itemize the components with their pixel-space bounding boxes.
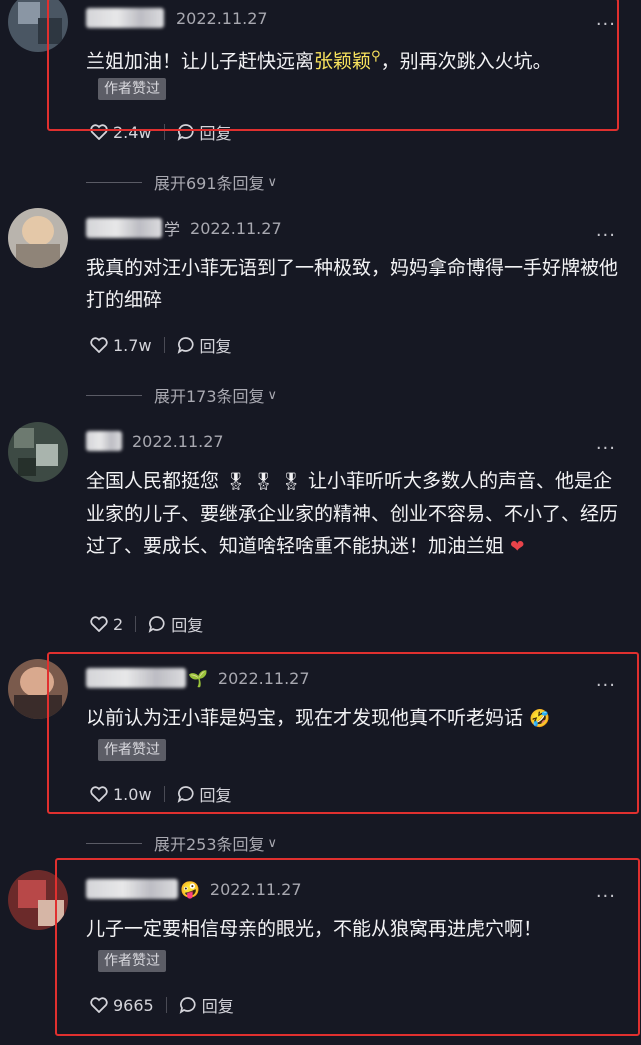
highlight-box	[55, 858, 640, 1036]
heart-icon	[90, 616, 108, 632]
reply-button[interactable]: 回复	[148, 612, 203, 636]
chevron-down-icon: ∨	[267, 387, 278, 403]
expand-replies[interactable]: 展开173条回复 ∨	[86, 383, 277, 407]
divider	[135, 616, 137, 632]
expand-replies[interactable]: 展开253条回复 ∨	[86, 831, 277, 855]
more-icon[interactable]: ···	[596, 225, 616, 246]
comment-bubble-icon	[148, 616, 165, 633]
comment-actions: 2 回复	[90, 612, 203, 636]
medal-emoji: 🎖	[252, 472, 275, 492]
heart-emoji: ❤	[510, 537, 525, 557]
comment-text: 我真的对汪小菲无语到了一种极致，妈妈拿命博得一手好牌被他打的细碎	[86, 257, 619, 311]
comment-item: 学 2022.11.27 ··· 我真的对汪小菲无语到了一种极致，妈妈拿命博得一…	[0, 205, 641, 407]
comment-bubble-icon	[177, 337, 194, 354]
like-button[interactable]: 1.7w	[90, 336, 152, 355]
username[interactable]	[86, 218, 162, 238]
user-line: 学 2022.11.27	[86, 216, 282, 240]
like-count: 2	[113, 614, 124, 634]
expand-replies[interactable]: 展开691条回复 ∨	[86, 170, 277, 194]
comment-date: 2022.11.27	[190, 218, 282, 238]
heart-icon	[90, 337, 108, 353]
like-count: 1.7w	[113, 335, 152, 355]
chevron-down-icon: ∨	[267, 835, 278, 851]
avatar[interactable]	[8, 208, 68, 268]
divider	[86, 394, 142, 396]
highlight-box	[47, 652, 639, 814]
comment-item: 2022.11.27 ··· 全国人民都挺您 🎖 🎖 🎖 让小菲听听大多数人的声…	[0, 418, 641, 648]
divider	[86, 181, 142, 183]
comment-date: 2022.11.27	[132, 431, 224, 451]
divider	[86, 842, 142, 844]
highlight-box	[47, 0, 619, 131]
like-button[interactable]: 2	[90, 615, 123, 634]
divider	[163, 337, 165, 353]
username[interactable]	[86, 431, 122, 451]
medal-emoji: 🎖	[280, 472, 302, 492]
medal-emoji: 🎖	[225, 472, 247, 492]
avatar[interactable]	[8, 422, 68, 482]
comment-actions: 1.7w 回复	[90, 333, 232, 357]
more-icon[interactable]: ···	[596, 438, 616, 459]
user-line: 2022.11.27	[86, 429, 224, 453]
chevron-down-icon: ∨	[267, 174, 278, 190]
reply-button[interactable]: 回复	[177, 333, 232, 357]
comment-text: 全国人民都挺您 🎖 🎖 🎖 让小菲听听大多数人的声音、他是企业家的儿子、要继承企…	[86, 470, 619, 557]
username-suffix: 学	[164, 220, 181, 239]
